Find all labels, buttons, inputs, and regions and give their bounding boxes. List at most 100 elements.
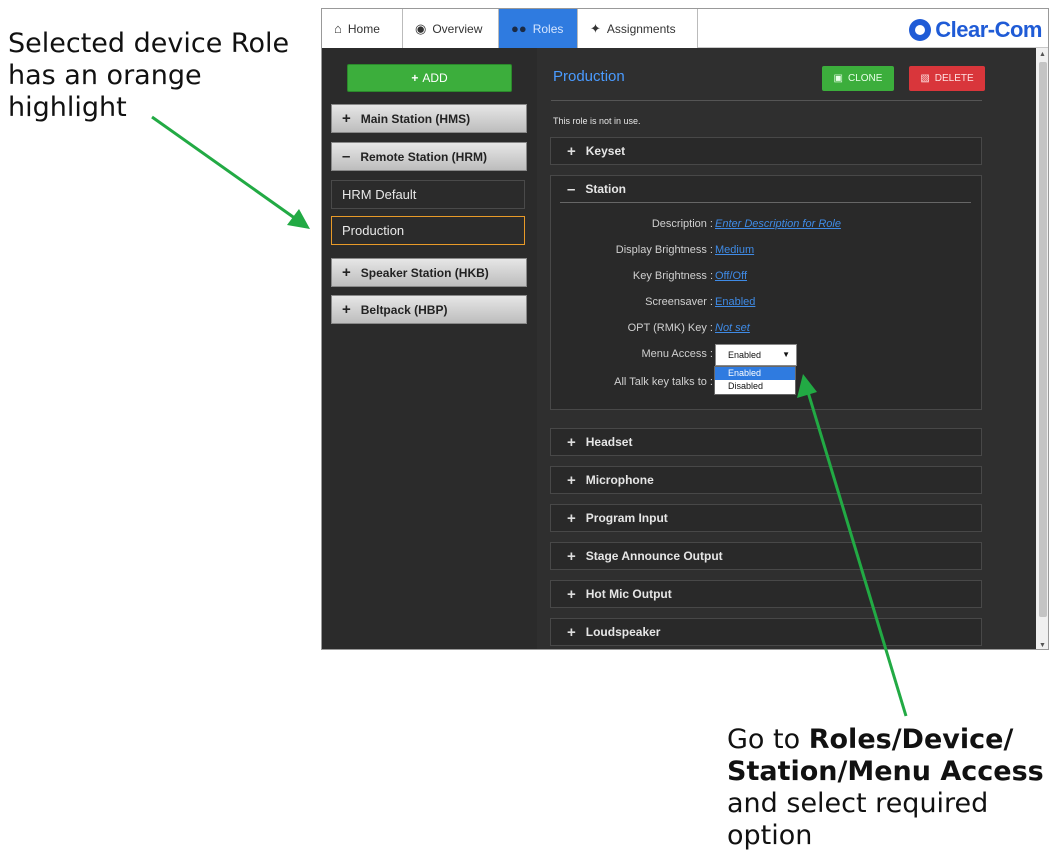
section-hot-mic-output[interactable]: + Hot Mic Output — [550, 580, 982, 608]
expand-plus-icon: + — [567, 509, 576, 527]
section-stage-announce-output[interactable]: + Stage Announce Output — [550, 542, 982, 570]
field-value-screensaver[interactable]: Enabled — [715, 296, 755, 308]
menu-access-option-enabled[interactable]: Enabled — [715, 367, 795, 380]
section-label: Stage Announce Output — [585, 549, 723, 563]
expand-plus-icon: + — [567, 433, 576, 451]
expand-plus-icon: + — [567, 142, 576, 160]
section-label: Microphone — [585, 473, 654, 487]
home-icon: ⌂ — [334, 21, 342, 36]
role-item-production[interactable]: Production — [331, 216, 525, 245]
field-label-menu-access: Menu Access : — [641, 348, 713, 360]
assignments-icon: ✦ — [590, 20, 601, 36]
device-group-label: Main Station (HMS) — [360, 111, 471, 126]
vertical-scrollbar[interactable]: ▲ ▼ — [1036, 48, 1048, 649]
annotation-menu-access-note: Go to Roles/Device/ Station/Menu Access … — [727, 724, 1057, 850]
expand-plus-icon: + — [342, 264, 351, 281]
clone-icon: ▣ — [833, 73, 843, 84]
field-label-screensaver: Screensaver : — [645, 296, 713, 308]
expand-plus-icon: + — [342, 110, 351, 127]
field-label-opt-rmk-key: OPT (RMK) Key : — [627, 322, 713, 334]
field-label-display-brightness: Display Brightness : — [615, 244, 713, 256]
role-item-label: Production — [342, 223, 405, 238]
field-label-key-brightness: Key Brightness : — [632, 270, 713, 282]
role-item-hrm-default[interactable]: HRM Default — [331, 180, 525, 209]
annotation-prefix: Go to — [727, 724, 809, 755]
role-usage-note: This role is not in use. — [553, 116, 641, 126]
scrollbar-thumb[interactable] — [1039, 62, 1047, 617]
field-value-description[interactable]: Enter Description for Role — [715, 218, 841, 230]
app-window: ⌂ Home ◉ Overview ●● Roles ✦ Assignments Cle… — [321, 8, 1049, 650]
annotation-suffix: and select required option — [727, 788, 989, 850]
top-tab-bar: ⌂ Home ◉ Overview ●● Roles ✦ Assignments Cle… — [322, 9, 1048, 48]
role-detail-panel: Production ▣ CLONE ▧ DELETE This role is n… — [537, 48, 1037, 649]
clear-com-logo-icon — [909, 19, 932, 41]
device-group-label: Speaker Station (HKB) — [360, 265, 489, 280]
device-group-remote-station[interactable]: – Remote Station (HRM) — [331, 142, 527, 171]
scroll-down-arrow-icon[interactable]: ▼ — [1039, 642, 1046, 649]
section-label: Hot Mic Output — [585, 587, 672, 601]
menu-access-select[interactable]: Enabled ▼ — [715, 344, 797, 366]
field-label-description: Description : — [651, 218, 713, 230]
field-label-all-talk: All Talk key talks to : — [614, 376, 713, 388]
section-label: Headset — [585, 435, 633, 449]
tab-roles-label: Roles — [532, 21, 564, 36]
tab-overview[interactable]: ◉ Overview — [403, 9, 499, 48]
menu-access-dropdown: Enabled Disabled — [714, 366, 796, 395]
arrow-to-selected-role — [151, 115, 310, 229]
field-value-display-brightness[interactable]: Medium — [715, 244, 754, 256]
menu-access-option-disabled[interactable]: Disabled — [715, 380, 795, 393]
brand-name: Clear-Com — [935, 17, 1042, 42]
menu-access-selected-value: Enabled — [728, 350, 762, 360]
section-microphone[interactable]: + Microphone — [550, 466, 982, 494]
device-group-label: Beltpack (HBP) — [360, 302, 448, 317]
collapse-minus-icon: – — [342, 148, 351, 165]
field-value-opt-rmk-key[interactable]: Not set — [715, 322, 750, 334]
device-group-beltpack[interactable]: + Beltpack (HBP) — [331, 295, 527, 324]
tab-assignments[interactable]: ✦ Assignments — [578, 9, 698, 48]
trash-icon: ▧ — [920, 73, 930, 84]
globe-icon: ◉ — [415, 20, 427, 36]
section-label: Program Input — [585, 511, 668, 525]
section-keyset[interactable]: + Keyset — [550, 137, 982, 165]
tab-home[interactable]: ⌂ Home — [322, 9, 403, 48]
role-item-label: HRM Default — [342, 187, 417, 202]
expand-plus-icon: + — [567, 623, 576, 641]
clone-button[interactable]: ▣ CLONE — [822, 66, 894, 91]
role-name-title[interactable]: Production — [553, 68, 625, 85]
device-group-speaker-station[interactable]: + Speaker Station (HKB) — [331, 258, 527, 287]
delete-label: DELETE — [934, 73, 974, 84]
section-station: – Station Description : Enter Description… — [550, 175, 982, 410]
add-role-label: ADD — [422, 71, 448, 85]
expand-plus-icon: + — [567, 547, 576, 565]
annotation-selected-role-note: Selected device Role has an orange highl… — [8, 28, 290, 123]
expand-plus-icon: + — [342, 301, 351, 318]
clone-label: CLONE — [848, 73, 883, 84]
device-group-main-station[interactable]: + Main Station (HMS) — [331, 104, 527, 133]
expand-plus-icon: + — [567, 585, 576, 603]
expand-plus-icon: + — [567, 471, 576, 489]
section-loudspeaker[interactable]: + Loudspeaker — [550, 618, 982, 646]
tab-home-label: Home — [347, 21, 380, 36]
tab-overview-label: Overview — [432, 21, 483, 36]
add-role-button[interactable]: + ADD — [347, 64, 512, 92]
title-divider — [551, 100, 982, 101]
device-group-label: Remote Station (HRM) — [360, 149, 488, 164]
field-value-key-brightness[interactable]: Off/Off — [715, 270, 747, 282]
section-program-input[interactable]: + Program Input — [550, 504, 982, 532]
collapse-minus-icon: – — [567, 180, 576, 198]
section-label: Keyset — [585, 144, 626, 158]
section-headset[interactable]: + Headset — [550, 428, 982, 456]
section-label: Station — [585, 182, 627, 196]
station-section-header[interactable]: – Station — [567, 176, 626, 202]
clear-com-logo: Clear-Com — [909, 17, 1042, 43]
tab-roles[interactable]: ●● Roles — [499, 9, 578, 48]
station-divider — [560, 202, 971, 203]
chevron-down-icon: ▼ — [782, 350, 790, 359]
users-icon: ●● — [511, 21, 527, 36]
plus-icon: + — [411, 71, 419, 85]
scroll-up-arrow-icon[interactable]: ▲ — [1039, 51, 1046, 58]
role-sidebar: + ADD + Main Station (HMS) – Remote Station… — [322, 48, 537, 649]
delete-button[interactable]: ▧ DELETE — [909, 66, 985, 91]
section-label: Loudspeaker — [585, 625, 661, 639]
tab-assignments-label: Assignments — [606, 21, 676, 36]
